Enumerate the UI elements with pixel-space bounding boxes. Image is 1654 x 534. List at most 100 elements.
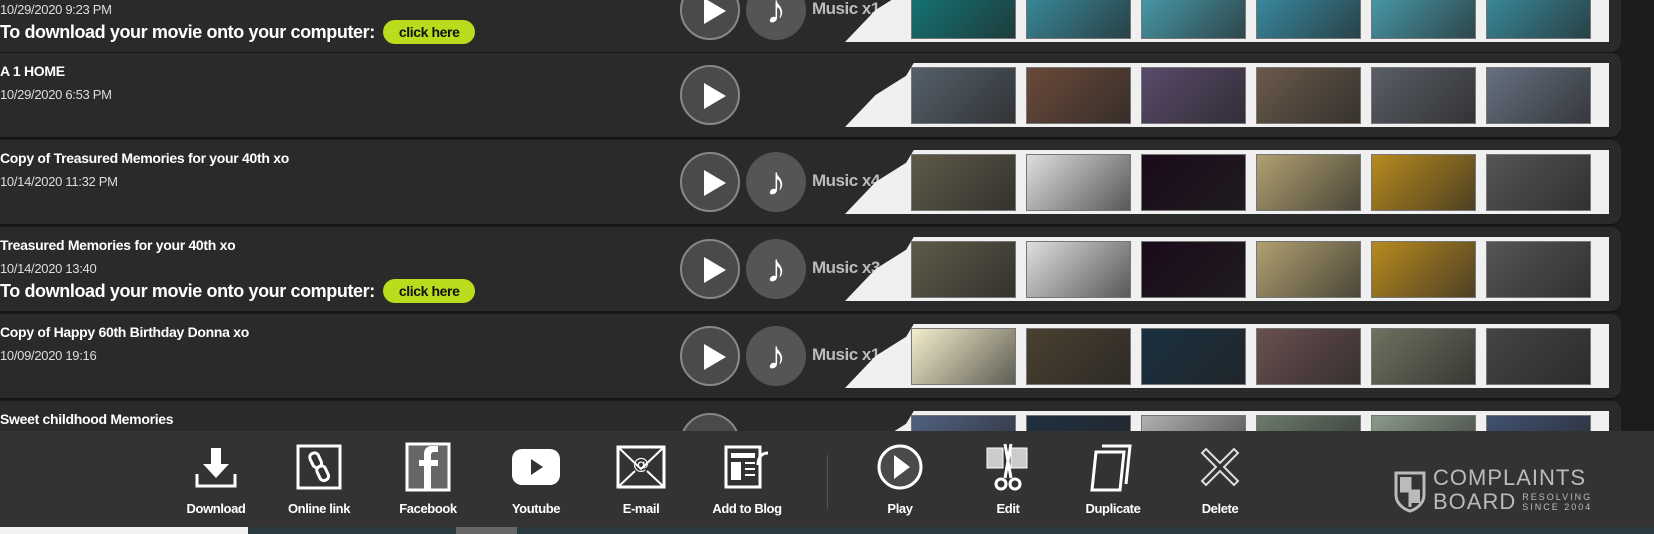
movie-title: A 1 HOME [0,63,65,79]
email-icon: @ [591,441,691,493]
movie-date: 10/29/2020 9:23 PM [0,2,112,17]
movie-row[interactable]: 10/29/2020 9:23 PM To download your movie… [0,0,1621,52]
delete-button[interactable]: Delete [1170,441,1270,516]
facebook-icon [378,441,478,493]
film-strip[interactable] [845,150,1609,214]
facebook-button[interactable]: Facebook [378,441,478,516]
tool-label: Delete [1201,501,1239,516]
music-note-icon[interactable]: ♪ [746,326,806,386]
thumbnail [1026,328,1131,385]
thumbnail [1486,241,1591,298]
thumbnail [1026,154,1131,211]
tool-label: Edit [996,501,1020,516]
logo-line1: COMPLAINTS [1433,465,1587,490]
logo-tag1: RESOLVING [1522,492,1593,502]
logo-line2: BOARD [1433,489,1517,514]
thumbnail [1371,328,1476,385]
delete-icon [1170,441,1270,493]
svg-text:@: @ [633,454,649,473]
youtube-icon [486,441,586,493]
music-note-icon[interactable]: ♪ [746,152,806,212]
thumbnail [1371,241,1476,298]
thumbnail [1256,241,1361,298]
logo-tag2: SINCE 2004 [1522,502,1593,512]
thumbnail [1256,328,1361,385]
blog-icon [697,441,797,493]
movie-row[interactable]: Copy of Happy 60th Birthday Donna xo 10/0… [0,314,1621,398]
thumbnail [911,241,1016,298]
music-count: Music x1 [812,0,880,18]
music-count: Music x4 [812,171,880,190]
scroll-thumb[interactable] [456,527,517,534]
action-toolbar: Download Online link Facebook Youtube @ E-mai… [0,431,1654,527]
thumbnail [911,154,1016,211]
thumbnail [1371,67,1476,124]
thumbnail [1486,67,1591,124]
movie-date: 10/14/2020 11:32 PM [0,174,118,189]
edit-button[interactable]: Edit [958,441,1058,516]
film-strip[interactable] [845,324,1609,388]
play-icon [850,441,950,493]
complaints-board-logo: COMPLAINTS BOARD RESOLVING SINCE 2004 [1393,467,1592,515]
thumbnail [1026,241,1131,298]
film-strip[interactable] [845,237,1609,301]
play-button[interactable] [680,152,740,212]
add-to-blog-button[interactable]: Add to Blog [697,441,797,516]
music-count: Music x1 [812,345,880,364]
thumbnail [1371,0,1476,39]
click-here-button[interactable]: click here [382,20,476,44]
tool-label: Duplicate [1085,501,1141,516]
youtube-button[interactable]: Youtube [486,441,586,516]
movie-row[interactable]: Copy of Treasured Memories for your 40th… [0,140,1621,224]
film-strip[interactable] [845,63,1609,127]
click-here-button[interactable]: click here [382,279,476,303]
movie-row[interactable]: A 1 HOME 10/29/2020 6:53 PM [0,53,1621,137]
toolbar-divider [827,455,828,509]
download-text: To download your movie onto your compute… [0,21,375,42]
thumbnail [1141,328,1246,385]
thumbnail [1141,67,1246,124]
scroll-segment [0,527,248,534]
online-link-button[interactable]: Online link [269,441,369,516]
play-button[interactable]: Play [850,441,950,516]
movie-date: 10/29/2020 6:53 PM [0,87,112,102]
duplicate-icon [1063,441,1163,493]
tool-label: Play [887,501,913,516]
edit-icon [958,441,1058,493]
tool-label: Online link [287,501,351,516]
thumbnail [1026,67,1131,124]
e-mail-button[interactable]: @ E-mail [591,441,691,516]
thumbnail [911,0,1016,39]
play-button[interactable] [680,65,740,125]
movie-title: Treasured Memories for your 40th xo [0,237,236,253]
movie-title: Copy of Happy 60th Birthday Donna xo [0,324,250,340]
play-button[interactable] [680,239,740,299]
play-button[interactable] [680,0,740,40]
play-button[interactable] [680,326,740,386]
music-note-icon[interactable]: ♪ [746,239,806,299]
movie-date: 10/09/2020 19:16 [0,348,97,363]
tool-label: Add to Blog [712,501,782,516]
download-text: To download your movie onto your compute… [0,280,375,301]
thumbnail [911,67,1016,124]
thumbnail [1256,67,1361,124]
shield-icon [1394,471,1426,513]
tool-label: Youtube [511,501,561,516]
horizontal-scrollbar[interactable] [0,527,1654,534]
thumbnail [1486,154,1591,211]
thumbnail [1371,154,1476,211]
thumbnail [1256,154,1361,211]
duplicate-button[interactable]: Duplicate [1063,441,1163,516]
film-strip[interactable] [845,0,1609,42]
movie-title: Sweet childhood Memories [0,411,174,427]
thumbnail [1141,0,1246,39]
movie-title: Copy of Treasured Memories for your 40th… [0,150,289,166]
download-button[interactable]: Download [166,441,266,516]
download-prompt: To download your movie onto your compute… [0,20,476,44]
music-note-icon[interactable]: ♪ [746,0,806,40]
tool-label: E-mail [622,501,660,516]
movie-row[interactable]: Treasured Memories for your 40th xo 10/14… [0,227,1621,311]
download-prompt: To download your movie onto your compute… [0,279,476,303]
tool-label: Download [186,501,246,516]
thumbnail [911,328,1016,385]
